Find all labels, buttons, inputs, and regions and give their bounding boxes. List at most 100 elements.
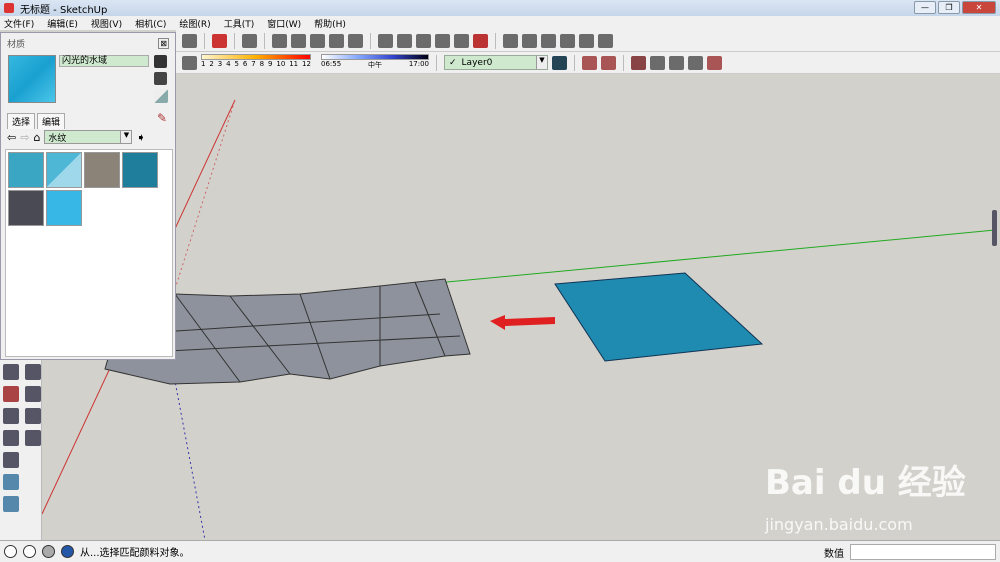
- shadow-toggle-icon[interactable]: [182, 55, 197, 70]
- zoom-icon[interactable]: [3, 364, 19, 380]
- tab-select[interactable]: 选择: [7, 113, 36, 129]
- time-start: 06:55: [321, 59, 342, 68]
- title-bar: 无标题 - SketchUp — ❐ ✕: [0, 0, 1000, 16]
- zoom-window-icon[interactable]: [25, 364, 41, 380]
- sandbox-scratch-icon[interactable]: [3, 496, 19, 512]
- default-material-icon[interactable]: [154, 72, 167, 85]
- material-swatch[interactable]: [84, 152, 120, 188]
- menu-draw[interactable]: 绘图(R): [179, 17, 210, 30]
- position-camera-icon[interactable]: [3, 408, 19, 424]
- menu-camera[interactable]: 相机(C): [135, 17, 166, 30]
- menu-edit[interactable]: 编辑(E): [47, 17, 78, 30]
- user-icon[interactable]: [42, 545, 55, 558]
- layer-select[interactable]: ✓ Layer0 ▼: [444, 55, 548, 70]
- print-icon[interactable]: [182, 33, 197, 48]
- sketchup-logo-icon: [4, 3, 14, 13]
- section-icon[interactable]: [25, 430, 41, 446]
- layer-manager-icon[interactable]: [552, 55, 567, 70]
- material-name-input[interactable]: 闪光的水域: [59, 55, 149, 67]
- collection-select[interactable]: 水纹 ▼: [44, 130, 133, 144]
- forward-icon[interactable]: ⇨: [20, 131, 29, 144]
- red-axis-dashed: [174, 99, 236, 290]
- help-icon[interactable]: [61, 545, 74, 558]
- xray-icon[interactable]: [378, 33, 393, 48]
- box-icon[interactable]: [522, 33, 537, 48]
- value-input[interactable]: [850, 544, 996, 560]
- view-back-icon[interactable]: [348, 33, 363, 48]
- house4-icon[interactable]: [598, 33, 613, 48]
- credits-icon[interactable]: [23, 545, 36, 558]
- axes-icon[interactable]: [3, 452, 19, 468]
- monochrome-icon[interactable]: [473, 33, 488, 48]
- material-swatch[interactable]: [8, 152, 44, 188]
- layer-name: Layer0: [461, 57, 493, 68]
- material-swatch[interactable]: [8, 190, 44, 226]
- section-display-icon[interactable]: [601, 55, 616, 70]
- house3-icon[interactable]: [579, 33, 594, 48]
- window-title: 无标题 - SketchUp: [20, 4, 108, 16]
- house2-icon[interactable]: [560, 33, 575, 48]
- time-mid: 中午: [368, 60, 382, 69]
- material-swatch[interactable]: [46, 190, 82, 226]
- house-icon[interactable]: [541, 33, 556, 48]
- water-plane: [554, 272, 764, 362]
- stamp-icon[interactable]: [669, 55, 684, 70]
- wireframe-icon[interactable]: [397, 33, 412, 48]
- material-swatch[interactable]: [46, 152, 82, 188]
- close-button[interactable]: ✕: [962, 1, 996, 14]
- maximize-button[interactable]: ❐: [938, 1, 960, 14]
- vertical-handle[interactable]: [992, 210, 997, 246]
- pushpull-icon[interactable]: [631, 55, 646, 70]
- sandbox-icon[interactable]: [650, 55, 665, 70]
- zoom-extents-icon[interactable]: [3, 386, 19, 402]
- watermark-url: jingyan.baidu.com: [765, 515, 913, 534]
- sample-paint-icon[interactable]: [154, 89, 168, 103]
- warehouse-icon[interactable]: [503, 33, 518, 48]
- section-plane-icon[interactable]: [582, 55, 597, 70]
- watermark-brand: Bai du 经验: [765, 463, 966, 503]
- materials-panel: 材质 ⊠ 闪光的水域 选择 编辑 ✎ ⇦ ⇨ ⌂ 水纹 ▼ ➧: [0, 32, 176, 360]
- previous-view-icon[interactable]: [25, 386, 41, 402]
- chevron-down-icon[interactable]: ▼: [120, 131, 132, 143]
- menu-window[interactable]: 窗口(W): [267, 17, 301, 30]
- look-around-icon[interactable]: [25, 408, 41, 424]
- red-arrow: [490, 315, 555, 330]
- flip-edge-icon[interactable]: [707, 55, 722, 70]
- minimize-button[interactable]: —: [914, 1, 936, 14]
- shaded-texture-icon[interactable]: [454, 33, 469, 48]
- details-icon[interactable]: ➧: [136, 131, 145, 144]
- left-toolbar: [0, 360, 42, 540]
- material-grid: [5, 149, 173, 357]
- view-iso-icon[interactable]: [272, 33, 287, 48]
- chevron-down-icon[interactable]: ▼: [536, 56, 547, 69]
- create-material-icon[interactable]: [154, 55, 167, 68]
- drape-icon[interactable]: [688, 55, 703, 70]
- menu-help[interactable]: 帮助(H): [314, 17, 346, 30]
- panel-close-button[interactable]: ⊠: [158, 38, 169, 49]
- panel-title: 材质: [7, 40, 26, 50]
- menu-view[interactable]: 视图(V): [91, 17, 122, 30]
- month-slider[interactable]: 1 2 3 4 5 6 7 8 9 10 11 12: [201, 53, 311, 72]
- view-right-icon[interactable]: [329, 33, 344, 48]
- model-info-icon[interactable]: [212, 33, 227, 48]
- home-icon[interactable]: ⌂: [33, 131, 40, 144]
- back-icon[interactable]: ⇦: [7, 131, 16, 144]
- menu-tools[interactable]: 工具(T): [224, 17, 255, 30]
- walk-icon[interactable]: [3, 430, 19, 446]
- geolocation-icon[interactable]: [4, 545, 17, 558]
- hidden-line-icon[interactable]: [416, 33, 431, 48]
- component-icon[interactable]: [242, 33, 257, 48]
- sandbox-from-contours-icon[interactable]: [3, 474, 19, 490]
- view-top-icon[interactable]: [291, 33, 306, 48]
- material-swatch[interactable]: [122, 152, 158, 188]
- eyedropper-icon[interactable]: ✎: [157, 111, 167, 125]
- status-message: 从...选择匹配颜料对象。: [80, 548, 190, 559]
- tab-edit[interactable]: 编辑: [37, 113, 66, 129]
- view-front-icon[interactable]: [310, 33, 325, 48]
- shaded-icon[interactable]: [435, 33, 450, 48]
- status-bar: 从...选择匹配颜料对象。 数值: [0, 540, 1000, 562]
- time-slider[interactable]: 06:55 中午 17:00: [321, 53, 429, 72]
- menu-file[interactable]: 文件(F): [4, 17, 34, 30]
- toolbar-top: [176, 30, 1000, 52]
- layer-check: ✓: [449, 57, 457, 68]
